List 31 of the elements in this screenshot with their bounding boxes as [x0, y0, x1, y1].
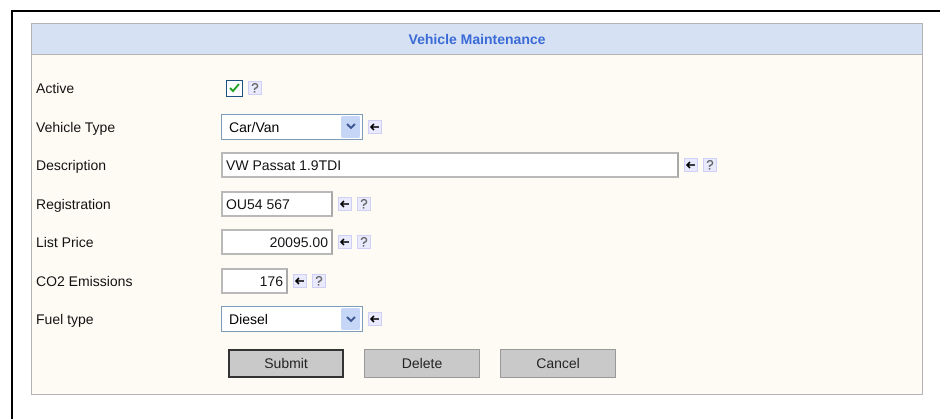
form-button[interactable]: Cancel — [500, 348, 616, 378]
field-label: Fuel type — [36, 311, 95, 328]
dropdown[interactable]: Diesel — [221, 306, 363, 332]
help-icon[interactable] — [312, 274, 326, 288]
back-arrow-icon[interactable] — [338, 196, 352, 211]
back-arrow-icon[interactable] — [293, 274, 307, 288]
chevron-down-icon[interactable] — [341, 308, 360, 330]
back-arrow-icon[interactable] — [684, 158, 698, 172]
checkbox[interactable] — [226, 80, 243, 97]
chevron-down-icon[interactable] — [341, 116, 360, 138]
input-field[interactable]: OU54 567 — [221, 190, 333, 217]
help-icon[interactable] — [248, 81, 262, 96]
field-label: CO2 Emissions — [36, 272, 134, 289]
input-field[interactable]: VW Passat 1.9TDI — [221, 152, 679, 178]
back-arrow-icon[interactable] — [368, 312, 382, 326]
dropdown[interactable]: Car/Van — [221, 114, 363, 140]
field-label: List Price — [36, 234, 95, 250]
input-field[interactable]: 20095.00 — [221, 229, 333, 256]
back-arrow-icon[interactable] — [368, 120, 382, 134]
help-icon[interactable] — [357, 196, 371, 211]
form-button[interactable]: Submit — [228, 348, 344, 378]
field-label: Description — [36, 157, 108, 174]
field-label: Active — [36, 80, 76, 96]
back-arrow-icon[interactable] — [338, 235, 352, 250]
help-icon[interactable] — [357, 235, 371, 250]
panel-title: Vehicle Maintenance — [32, 24, 922, 55]
form-button[interactable]: Delete — [364, 348, 480, 378]
field-label: Registration — [36, 196, 112, 212]
help-icon[interactable] — [703, 158, 717, 172]
field-label: Vehicle Type — [36, 118, 116, 135]
input-field[interactable]: 176 — [221, 268, 288, 294]
